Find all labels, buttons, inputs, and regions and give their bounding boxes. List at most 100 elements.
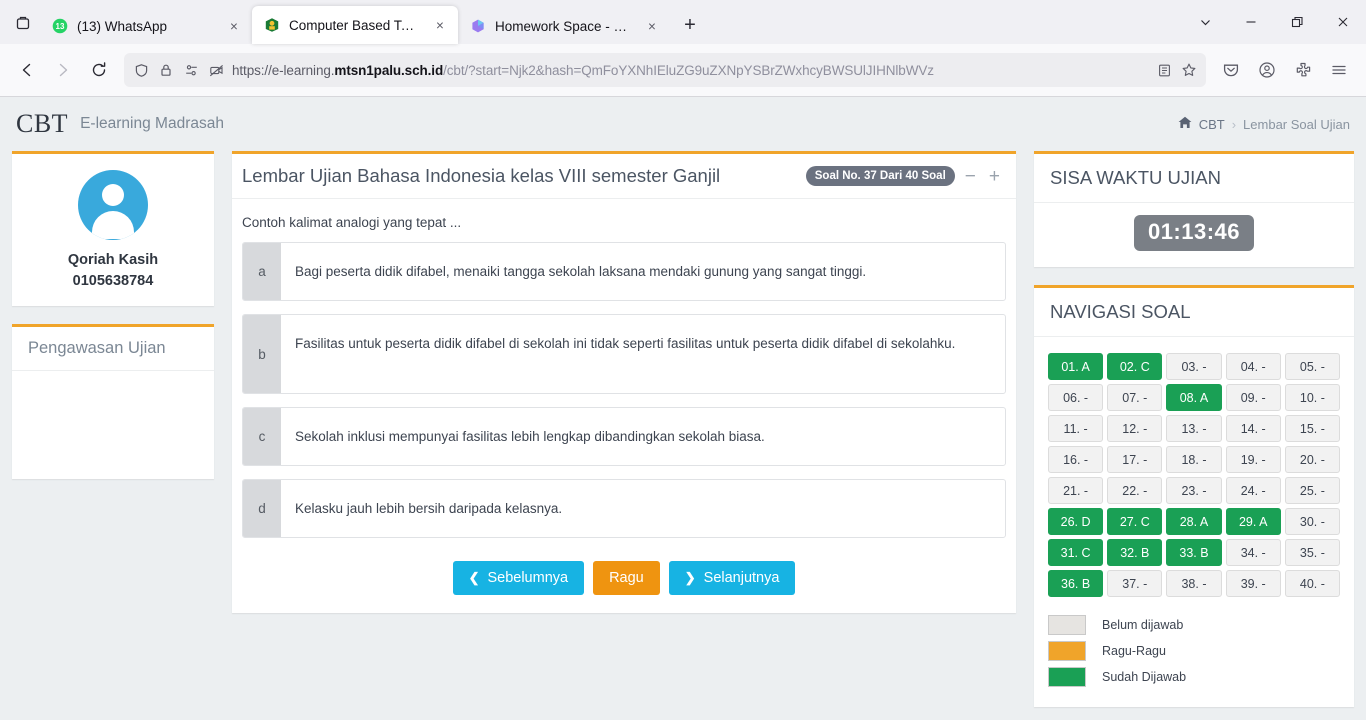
close-icon[interactable]: ×: [430, 15, 450, 35]
url-path: /cbt/?start=Njk2&hash=QmFoYXNhIEluZG9uZX…: [443, 62, 934, 78]
breadcrumb: CBT › Lembar Soal Ujian: [1178, 116, 1350, 132]
legend-label: Ragu-Ragu: [1102, 644, 1166, 658]
back-button[interactable]: [10, 53, 44, 87]
question-nav-item[interactable]: 22. -: [1107, 477, 1163, 504]
close-icon[interactable]: ×: [642, 16, 662, 36]
question-nav-item[interactable]: 32. B: [1107, 539, 1163, 566]
exam-panel-column: Lembar Ujian Bahasa Indonesia kelas VIII…: [232, 151, 1016, 613]
question-nav-item[interactable]: 23. -: [1166, 477, 1222, 504]
question-nav-item[interactable]: 15. -: [1284, 415, 1340, 442]
home-icon[interactable]: [1178, 116, 1192, 132]
next-question-button[interactable]: ❯ Selanjutnya: [668, 561, 796, 595]
question-nav-item[interactable]: 09. -: [1225, 384, 1281, 411]
question-nav-item[interactable]: 18. -: [1166, 446, 1222, 473]
user-name: Qoriah Kasih: [67, 252, 159, 268]
question-nav-buttons: ❮ Sebelumnya Ragu ❯ Selanjutnya: [232, 551, 1016, 613]
question-nav-item[interactable]: 02. C: [1107, 353, 1163, 380]
question-nav-item[interactable]: 34. -: [1225, 539, 1281, 566]
question-nav-item[interactable]: 25. -: [1284, 477, 1340, 504]
legend-row: Ragu-Ragu: [1048, 641, 1340, 661]
question-nav-item[interactable]: 24. -: [1225, 477, 1281, 504]
question-nav-item[interactable]: 10. -: [1284, 384, 1340, 411]
question-text: Contoh kalimat analogi yang tepat ...: [242, 215, 462, 230]
question-nav-item[interactable]: 12. -: [1107, 415, 1163, 442]
chevron-right-icon: ❯: [684, 570, 696, 585]
font-zoom-controls: − +: [965, 167, 1000, 186]
breadcrumb-separator: ›: [1231, 116, 1237, 132]
question-nav-item[interactable]: 03. -: [1166, 353, 1222, 380]
question-nav-item[interactable]: 33. B: [1166, 539, 1222, 566]
close-window-button[interactable]: [1320, 0, 1366, 44]
shield-icon[interactable]: [132, 61, 150, 79]
pocket-icon[interactable]: [1214, 53, 1248, 87]
question-nav-item[interactable]: 28. A: [1166, 508, 1222, 535]
permissions-icon[interactable]: [182, 61, 200, 79]
question-nav-item[interactable]: 27. C: [1107, 508, 1163, 535]
previous-question-button[interactable]: ❮ Sebelumnya: [452, 561, 585, 595]
forward-button[interactable]: [46, 53, 80, 87]
question-nav-item[interactable]: 07. -: [1107, 384, 1163, 411]
question-nav-item[interactable]: 11. -: [1048, 415, 1104, 442]
question-nav-item[interactable]: 40. -: [1284, 570, 1340, 597]
question-nav-item[interactable]: 20. -: [1284, 446, 1340, 473]
zoom-in-button[interactable]: +: [989, 167, 1000, 186]
legend-swatch: [1048, 615, 1086, 635]
account-icon[interactable]: [1250, 53, 1284, 87]
doubt-button[interactable]: Ragu: [593, 561, 660, 595]
tab-list-button[interactable]: [6, 6, 40, 40]
question-nav-item[interactable]: 13. -: [1166, 415, 1222, 442]
legend-row: Belum dijawab: [1048, 615, 1340, 635]
app-brand: CBT: [16, 109, 69, 138]
legend-swatch: [1048, 667, 1086, 687]
question-nav-item[interactable]: 19. -: [1225, 446, 1281, 473]
question-nav-item[interactable]: 21. -: [1048, 477, 1104, 504]
browser-tab-cbt[interactable]: Computer Based Test (CBT) ×: [252, 6, 458, 44]
pengawasan-title: Pengawasan Ujian: [28, 339, 166, 358]
maximize-button[interactable]: [1274, 0, 1320, 44]
answer-option-d[interactable]: d Kelasku jauh lebih bersih daripada kel…: [242, 479, 1006, 538]
minimize-button[interactable]: [1228, 0, 1274, 44]
reload-button[interactable]: [82, 53, 116, 87]
question-nav-item[interactable]: 31. C: [1048, 539, 1104, 566]
whatsapp-icon: 13: [52, 18, 68, 34]
navigation-header: NAVIGASI SOAL: [1034, 288, 1354, 337]
question-nav-item[interactable]: 06. -: [1048, 384, 1104, 411]
timer-title: SISA WAKTU UJIAN: [1050, 167, 1221, 188]
reader-view-icon[interactable]: [1155, 61, 1173, 79]
extensions-icon[interactable]: [1286, 53, 1320, 87]
lock-icon[interactable]: [157, 61, 175, 79]
question-nav-item[interactable]: 04. -: [1225, 353, 1281, 380]
url-bar[interactable]: https://e-learning.mtsn1palu.sch.id/cbt/…: [124, 53, 1206, 87]
page-layout: Qoriah Kasih 0105638784 Pengawasan Ujian…: [0, 151, 1366, 707]
question-nav-item[interactable]: 26. D: [1048, 508, 1104, 535]
camera-blocked-icon[interactable]: [207, 61, 225, 79]
star-icon[interactable]: [1180, 61, 1198, 79]
close-icon[interactable]: ×: [224, 16, 244, 36]
question-nav-item[interactable]: 29. A: [1225, 508, 1281, 535]
question-nav-item[interactable]: 17. -: [1107, 446, 1163, 473]
question-nav-item[interactable]: 39. -: [1225, 570, 1281, 597]
question-nav-item[interactable]: 14. -: [1225, 415, 1281, 442]
browser-tab-whatsapp[interactable]: 13 (13) WhatsApp ×: [40, 8, 252, 44]
question-nav-item[interactable]: 38. -: [1166, 570, 1222, 597]
question-nav-item[interactable]: 01. A: [1048, 353, 1104, 380]
question-nav-item[interactable]: 08. A: [1166, 384, 1222, 411]
user-id: 0105638784: [72, 273, 154, 290]
browser-tab-studyx[interactable]: Homework Space - StudyX ×: [458, 8, 670, 44]
question-nav-item[interactable]: 05. -: [1284, 353, 1340, 380]
question-nav-item[interactable]: 16. -: [1048, 446, 1104, 473]
legend-label: Sudah Dijawab: [1102, 670, 1187, 684]
question-nav-item[interactable]: 35. -: [1284, 539, 1340, 566]
new-tab-button[interactable]: +: [674, 9, 706, 41]
zoom-out-button[interactable]: −: [965, 167, 976, 186]
tab-list-chevron-down-icon[interactable]: [1182, 0, 1228, 44]
answer-option-b[interactable]: b Fasilitas untuk peserta didik difabel …: [242, 314, 1006, 394]
hamburger-menu-icon[interactable]: [1322, 53, 1356, 87]
question-nav-item[interactable]: 30. -: [1284, 508, 1340, 535]
question-nav-item[interactable]: 36. B: [1048, 570, 1104, 597]
breadcrumb-root[interactable]: CBT: [1199, 117, 1225, 132]
next-label: Selanjutnya: [703, 570, 780, 586]
answer-option-a[interactable]: a Bagi peserta didik difabel, menaiki ta…: [242, 242, 1006, 301]
question-nav-item[interactable]: 37. -: [1107, 570, 1163, 597]
answer-option-c[interactable]: c Sekolah inklusi mempunyai fasilitas le…: [242, 407, 1006, 466]
